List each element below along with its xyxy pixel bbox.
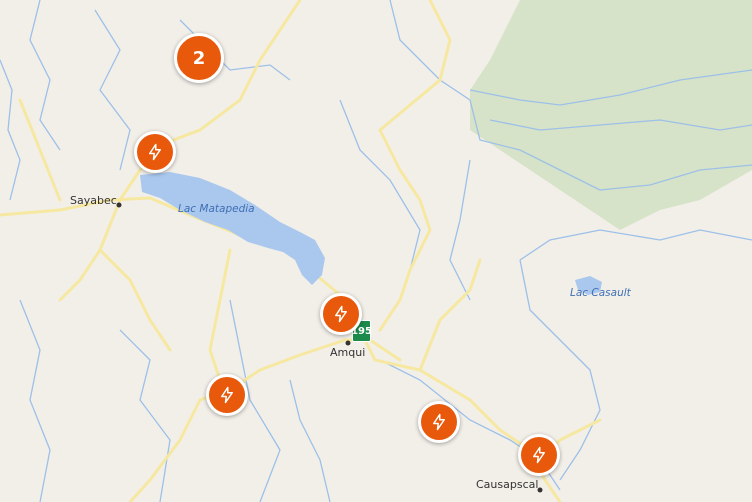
charging-station-cluster[interactable]: 2 [174,33,224,83]
place-label-sayabec: Sayabec [70,194,117,207]
charging-station-marker[interactable] [518,434,560,476]
lightning-bolt-icon [433,413,445,431]
water-label-lac-casault: Lac Casault [570,287,631,299]
lightning-bolt-icon [149,143,161,161]
charging-station-marker[interactable] [206,374,248,416]
lightning-bolt-icon [221,386,233,404]
lightning-bolt-icon [533,446,545,464]
place-label-causapscal: Causapscal [476,478,539,491]
map-base-layer [0,0,752,502]
charging-station-marker[interactable] [418,401,460,443]
charging-station-marker[interactable] [134,131,176,173]
map-canvas[interactable]: Sayabec Amqui Causapscal Lac Matapedia L… [0,0,752,502]
charging-station-marker[interactable] [320,293,362,335]
water-label-lac-matapedia: Lac Matapedia [178,203,255,215]
place-label-amqui: Amqui [330,346,366,359]
lightning-bolt-icon [335,305,347,323]
